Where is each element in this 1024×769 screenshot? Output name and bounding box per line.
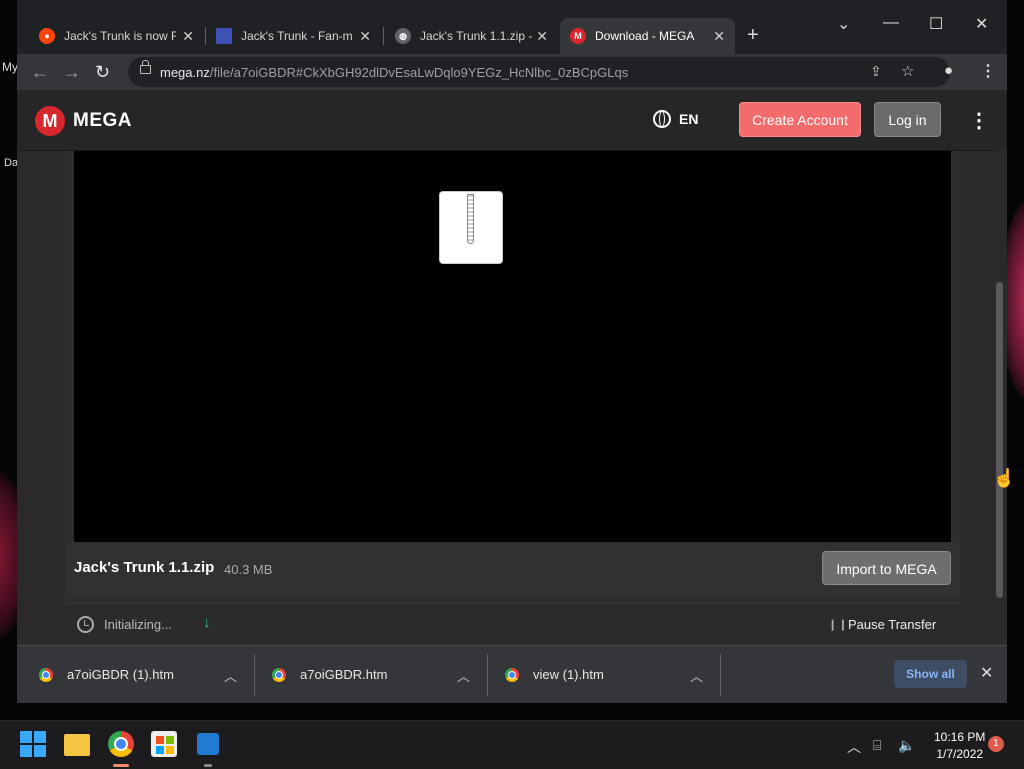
pause-transfer-button[interactable]: Pause Transfer — [848, 617, 936, 632]
zip-file-icon — [440, 192, 502, 263]
chrome-file-icon — [505, 667, 519, 682]
hand-cursor-icon: ☝ — [993, 468, 1016, 488]
url-text[interactable]: mega.nz/file/a7oiGBDR#CkXbGH92dlDvEsaLwD… — [160, 65, 628, 80]
mega-page: M MEGA EN Create Account Log in ⋮ Jack's… — [17, 90, 1007, 645]
download-filename: a7oiGBDR (1).htm — [67, 667, 174, 682]
tab-reddit[interactable]: ● Jack's Trunk is now Re ✕ — [29, 18, 204, 54]
chevron-up-icon[interactable]: ︿ — [690, 666, 703, 685]
download-filename: a7oiGBDR.htm — [300, 667, 388, 682]
profile-icon[interactable]: ● — [944, 62, 953, 79]
running-app-indicator — [204, 764, 212, 767]
tab-fandom[interactable]: Jack's Trunk - Fan-ma ✕ — [206, 18, 381, 54]
language-label: EN — [679, 111, 699, 127]
login-button[interactable]: Log in — [874, 102, 941, 137]
transfer-status: Initializing... — [104, 617, 172, 632]
chevron-up-icon[interactable]: ︿ — [457, 666, 470, 685]
time-text: 10:16 PM — [934, 730, 986, 744]
tab-mega[interactable]: M Download - MEGA ✕ — [560, 18, 735, 54]
minimize-button[interactable]: — — [883, 14, 899, 32]
volume-icon[interactable]: 🔈 — [898, 737, 915, 754]
new-tab-button[interactable]: + — [747, 24, 759, 47]
chevron-up-icon[interactable]: ︿ — [224, 666, 237, 685]
desktop-label-da[interactable]: Da — [4, 157, 18, 169]
reddit-icon: ● — [39, 28, 55, 44]
chrome-file-icon — [39, 667, 53, 682]
mega-icon: M — [570, 28, 586, 44]
scrollbar-thumb[interactable] — [996, 282, 1003, 598]
browser-menu-icon[interactable]: ⋮ — [980, 61, 996, 81]
download-separator — [254, 654, 255, 696]
clock[interactable]: 10:16 PM 1/7/2022 — [934, 730, 985, 761]
tab-search-icon[interactable]: ⌄ — [837, 14, 850, 34]
clock-icon — [77, 616, 94, 633]
network-icon[interactable]: ⌸ — [873, 737, 881, 754]
close-tab-icon[interactable]: ✕ — [713, 28, 725, 45]
language-selector[interactable]: EN — [653, 110, 698, 128]
download-item[interactable]: a7oiGBDR.htm ︿ — [272, 646, 472, 703]
create-account-button[interactable]: Create Account — [739, 102, 861, 137]
tab-title: Download - MEGA — [595, 29, 695, 43]
zipper-icon — [467, 194, 474, 244]
import-to-mega-button[interactable]: Import to MEGA — [822, 551, 951, 585]
transfer-status-bar: Initializing... ↓ ❙❙ Pause Transfer — [65, 603, 960, 645]
download-separator — [720, 654, 721, 696]
bookmark-star-icon[interactable]: ☆ — [901, 62, 914, 80]
tab-zip[interactable]: ◍ Jack's Trunk 1.1.zip - ✕ — [385, 18, 558, 54]
pause-icon[interactable]: ❙❙ — [828, 618, 848, 631]
close-tab-icon[interactable]: ✕ — [182, 28, 194, 45]
download-arrow-icon: ↓ — [203, 614, 211, 631]
download-separator — [487, 654, 488, 696]
tab-separator — [383, 27, 384, 45]
download-item[interactable]: view (1).htm ︿ — [505, 646, 705, 703]
mega-header: M MEGA EN Create Account Log in ⋮ — [17, 90, 1007, 151]
share-icon[interactable]: ⇪ — [870, 63, 882, 80]
reload-icon[interactable]: ↻ — [95, 62, 110, 83]
download-filename: view (1).htm — [533, 667, 604, 682]
mega-brand[interactable]: MEGA — [73, 110, 132, 132]
windows-start-icon[interactable] — [20, 731, 46, 757]
tab-title: Jack's Trunk 1.1.zip - — [420, 29, 532, 43]
back-icon[interactable]: ← — [31, 62, 49, 83]
chrome-file-icon — [272, 667, 286, 682]
maximize-button[interactable]: ☐ — [929, 14, 943, 34]
forward-icon[interactable]: → — [63, 62, 81, 83]
tab-title: Jack's Trunk - Fan-ma — [241, 29, 353, 43]
app-tool-icon[interactable] — [197, 733, 219, 755]
more-menu-icon[interactable]: ⋮ — [969, 108, 989, 133]
file-info-bar: Jack's Trunk 1.1.zip 40.3 MB Import to M… — [65, 542, 960, 595]
globe-icon — [653, 110, 671, 128]
file-size: 40.3 MB — [224, 562, 273, 577]
date-text: 1/7/2022 — [936, 747, 984, 761]
close-window-button[interactable]: ✕ — [975, 14, 988, 34]
browser-toolbar: ← → ↻ mega.nz/file/a7oiGBDR#CkXbGH92dlDv… — [17, 54, 1007, 90]
download-shelf: a7oiGBDR (1).htm ︿ a7oiGBDR.htm ︿ view (… — [17, 645, 1007, 703]
taskbar: ︿ ⌸ 🔈 10:16 PM 1/7/2022 — [0, 720, 1024, 769]
file-name: Jack's Trunk 1.1.zip — [74, 559, 215, 576]
tab-title: Jack's Trunk is now Re — [64, 29, 176, 43]
globe-icon: ◍ — [395, 28, 411, 44]
active-app-indicator — [113, 764, 129, 767]
close-shelf-icon[interactable]: ✕ — [980, 663, 993, 683]
desktop-label-my[interactable]: My — [2, 60, 18, 74]
browser-window: ● Jack's Trunk is now Re ✕ Jack's Trunk … — [17, 0, 1007, 703]
file-panel: Jack's Trunk 1.1.zip 40.3 MB Import to M… — [65, 151, 960, 645]
file-preview — [74, 151, 951, 542]
tab-strip: ● Jack's Trunk is now Re ✕ Jack's Trunk … — [17, 0, 1007, 54]
microsoft-store-icon[interactable] — [151, 731, 177, 757]
chevron-up-icon[interactable]: ︿ — [847, 737, 861, 757]
file-explorer-icon[interactable] — [64, 734, 90, 756]
close-tab-icon[interactable]: ✕ — [536, 28, 548, 45]
close-tab-icon[interactable]: ✕ — [359, 28, 371, 45]
fandom-icon — [216, 28, 232, 44]
notification-badge[interactable]: 1 — [988, 736, 1004, 752]
lock-icon[interactable] — [140, 60, 151, 74]
show-all-button[interactable]: Show all — [894, 660, 967, 688]
mega-logo-icon[interactable]: M — [35, 106, 65, 136]
chrome-taskbar-icon[interactable] — [108, 731, 134, 757]
download-item[interactable]: a7oiGBDR (1).htm ︿ — [39, 646, 239, 703]
address-bar[interactable]: mega.nz/file/a7oiGBDR#CkXbGH92dlDvEsaLwD… — [128, 57, 950, 87]
